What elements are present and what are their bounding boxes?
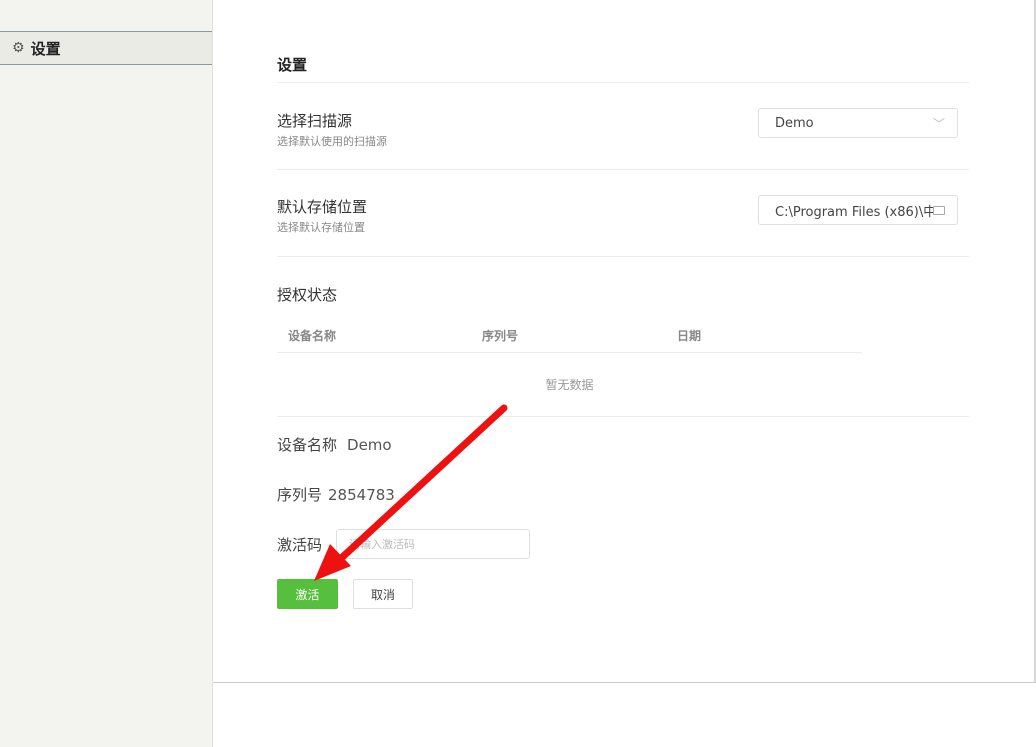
sidebar-item-settings[interactable]: ⚙ 设置 — [0, 31, 212, 65]
auth-status-title: 授权状态 — [277, 286, 338, 304]
column-header-serial: 序列号 — [482, 329, 519, 343]
storage-path-value: C:\Program Files (x86)\中 — [775, 204, 933, 220]
column-header-date: 日期 — [677, 329, 702, 343]
activation-code-input[interactable] — [336, 529, 530, 559]
auth-table: 设备名称 序列号 日期 — [277, 318, 862, 353]
storage-row: 默认存储位置 选择默认存储位置 C:\Program Files (x86)\中 — [277, 195, 969, 257]
sidebar-item-label: 设置 — [30, 39, 61, 58]
column-header-device: 设备名称 — [288, 329, 337, 343]
activation-label: 激活码 — [277, 536, 323, 554]
device-name-value: Demo — [347, 436, 392, 454]
page-title: 设置 — [277, 54, 969, 83]
main-panel: 设置 选择扫描源 选择默认使用的扫描源 Demo ﹀ 默认存储位置 选择默认存储… — [213, 0, 1036, 683]
serial-field: 序列号 2854783 — [277, 484, 395, 505]
serial-value: 2854783 — [328, 486, 395, 504]
scan-source-select[interactable]: Demo ﹀ — [758, 108, 958, 138]
divider — [277, 416, 969, 417]
folder-icon[interactable] — [933, 205, 945, 215]
scan-source-row: 选择扫描源 选择默认使用的扫描源 Demo ﹀ — [277, 108, 969, 170]
device-name-field: 设备名称 Demo — [277, 434, 392, 455]
auth-table-header: 设备名称 序列号 日期 — [277, 318, 862, 353]
storage-path-input[interactable]: C:\Program Files (x86)\中 — [758, 195, 958, 225]
activate-button[interactable]: 激活 — [277, 579, 338, 609]
device-name-label: 设备名称 — [277, 436, 338, 454]
serial-label: 序列号 — [277, 486, 323, 504]
cancel-button[interactable]: 取消 — [353, 579, 413, 609]
chevron-down-icon: ﹀ — [932, 116, 945, 131]
scan-source-value: Demo — [775, 115, 814, 131]
sidebar: ⚙ 设置 — [0, 0, 213, 747]
auth-table-empty: 暂无数据 — [545, 378, 594, 392]
gear-icon: ⚙ — [12, 40, 25, 56]
